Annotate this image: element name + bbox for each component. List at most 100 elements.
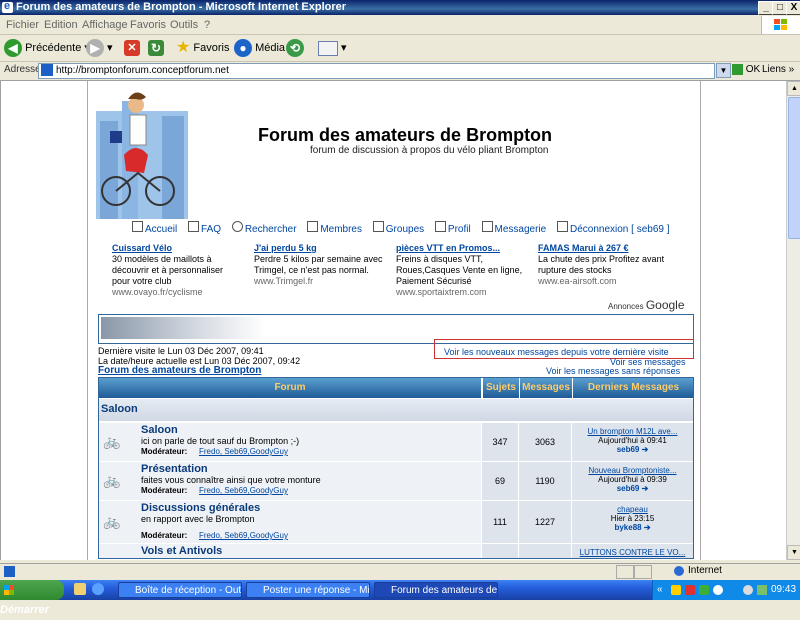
forum-name[interactable]: Présentation	[141, 463, 208, 475]
new-messages-link[interactable]: Voir les nouveaux messages depuis votre …	[444, 347, 669, 357]
menu-file[interactable]: Fichier	[6, 19, 39, 31]
posts-cell	[519, 544, 571, 558]
start-button[interactable]: Démarrer	[0, 580, 64, 616]
ad-block[interactable]: Cuissard Vélo 30 modèles de maillots à d…	[112, 243, 238, 298]
volume-icon[interactable]	[743, 585, 753, 595]
last-post-user[interactable]: seb69 ➔	[572, 484, 693, 493]
ad-block[interactable]: pièces VTT en Promos... Freins à disques…	[396, 243, 538, 298]
mail-icon	[318, 40, 338, 56]
tray-icon[interactable]	[671, 585, 681, 595]
last-post-user[interactable]: seb69 ➔	[572, 445, 693, 454]
topics-cell: 69	[482, 462, 518, 500]
home-icon	[132, 221, 143, 232]
menu-bar: Fichier Edition Affichage Favoris Outils…	[0, 16, 800, 35]
scroll-thumb[interactable]	[788, 97, 800, 239]
nav-groups[interactable]: Groupes	[372, 221, 424, 235]
address-bar: Adresse http://bromptonforum.conceptforu…	[0, 62, 800, 81]
topics-cell	[482, 544, 518, 558]
ads-by-google[interactable]: Annonces Google	[608, 298, 685, 312]
network-icon[interactable]	[757, 585, 767, 595]
topics-cell: 111	[482, 501, 518, 543]
nav-logout[interactable]: Déconnexion [ seb69 ]	[556, 221, 670, 235]
menu-help[interactable]: ?	[204, 19, 210, 31]
nav-search[interactable]: Rechercher	[231, 221, 297, 235]
task-ie[interactable]: Forum des amateurs de ...	[374, 582, 498, 598]
task-outlook[interactable]: Boîte de réception - Outl...	[118, 582, 242, 598]
nav-messaging[interactable]: Messagerie	[481, 221, 546, 235]
bike-icon: 🚲	[103, 513, 121, 529]
address-label: Adresse	[4, 64, 41, 75]
ad-title[interactable]: J'ai perdu 5 kg	[254, 243, 386, 254]
vertical-scrollbar[interactable]: ▲ ▼	[786, 81, 800, 560]
menu-view[interactable]: Affichage	[82, 19, 128, 31]
forward-button[interactable]: ▶ ▾	[86, 38, 113, 58]
last-post-title[interactable]: Un brompton M12L ave...	[572, 427, 693, 436]
task-word[interactable]: Poster une réponse - Mic...	[246, 582, 370, 598]
clock[interactable]: 09:43	[771, 580, 796, 600]
menu-favorites[interactable]: Favoris	[130, 19, 166, 31]
ad-title[interactable]: Cuissard Vélo	[112, 243, 238, 254]
nav-members[interactable]: Membres	[307, 221, 362, 235]
tray-icon[interactable]	[699, 585, 709, 595]
address-dropdown-icon[interactable]: ▼	[716, 63, 731, 78]
windows-logo-icon	[761, 16, 800, 34]
ad-title[interactable]: pièces VTT en Promos...	[396, 243, 538, 254]
ad-title[interactable]: FAMAS Marui à 267 €	[538, 243, 684, 254]
quicklaunch-folder-icon[interactable]	[74, 583, 86, 595]
logout-icon	[556, 221, 568, 232]
back-button[interactable]: ◀ Précédente ▾	[4, 38, 90, 58]
nav-faq[interactable]: FAQ	[188, 221, 221, 235]
forum-name[interactable]: Discussions générales	[141, 502, 260, 514]
tray-expand-icon[interactable]: «	[657, 580, 663, 600]
page-viewport: Forum des amateurs de Brompton forum de …	[0, 81, 787, 560]
ad-block[interactable]: FAMAS Marui à 267 € La chute des prix Pr…	[538, 243, 684, 287]
unanswered-link[interactable]: Voir les messages sans réponses	[546, 366, 680, 376]
quicklaunch-ie-icon[interactable]	[92, 583, 104, 595]
tray-icon[interactable]	[685, 585, 695, 595]
main-nav: Accueil FAQ Rechercher Membres Groupes P…	[132, 221, 670, 235]
mail-button[interactable]: ▾	[318, 38, 347, 58]
last-post-title[interactable]: Nouveau Bromptoniste...	[572, 466, 693, 475]
category-title[interactable]: Saloon	[101, 403, 138, 415]
close-button[interactable]: X	[786, 1, 800, 15]
history-icon: ⟲	[286, 39, 304, 58]
refresh-button[interactable]: ↻	[148, 38, 164, 58]
last-post-title[interactable]: LUTTONS CONTRE LE VO...	[572, 548, 693, 557]
ad-url[interactable]: www.ovayo.fr/cyclisme	[112, 287, 238, 298]
messaging-icon	[481, 221, 493, 232]
forum-name[interactable]: Saloon	[141, 424, 178, 436]
nav-profile[interactable]: Profil	[434, 221, 471, 235]
nav-home[interactable]: Accueil	[132, 221, 177, 235]
ad-url[interactable]: www.sportaixtrem.com	[396, 287, 538, 298]
links-button[interactable]: Liens »	[762, 64, 794, 75]
moderators[interactable]: Fredo, Seb69,GoodyGuy	[199, 447, 288, 456]
moderators[interactable]: Fredo, Seb69,GoodyGuy	[199, 531, 288, 540]
forum-cell: 🚲 Présentation faites vous connaître ain…	[99, 462, 481, 500]
ad-url[interactable]: www.ea-airsoft.com	[538, 276, 684, 287]
forum-index-link[interactable]: Forum des amateurs de Brompton	[98, 365, 261, 376]
media-button[interactable]: ● Média	[234, 38, 285, 58]
menu-tools[interactable]: Outils	[170, 19, 198, 31]
table-row: 🚲 Discussions générales en rapport avec …	[99, 500, 693, 543]
moderators[interactable]: Fredo, Seb69,GoodyGuy	[199, 486, 288, 495]
last-post-title[interactable]: chapeau	[572, 505, 693, 514]
ad-text: 30 modèles de maillots à découvrir et à …	[112, 254, 224, 286]
address-input[interactable]: http://bromptonforum.conceptforum.net	[38, 63, 715, 79]
stop-button[interactable]: ✕	[124, 38, 140, 58]
menu-edit[interactable]: Edition	[44, 19, 78, 31]
forward-arrow-icon: ▶	[86, 39, 104, 58]
bike-icon: 🚲	[103, 433, 121, 449]
favorites-button[interactable]: ★ Favoris	[176, 38, 229, 58]
scroll-up-icon[interactable]: ▲	[787, 81, 800, 96]
go-button[interactable]: OK	[732, 64, 760, 75]
moderator-label: Modérateur:	[141, 531, 188, 540]
page-icon	[41, 64, 53, 77]
status-bar: Internet	[0, 563, 800, 579]
forum-name[interactable]: Vols et Antivols	[141, 545, 222, 557]
scroll-down-icon[interactable]: ▼	[787, 545, 800, 560]
ad-url[interactable]: www.Trimgel.fr	[254, 276, 386, 287]
tray-icon[interactable]	[713, 585, 723, 595]
history-button[interactable]: ⟲	[286, 38, 304, 58]
last-post-user[interactable]: byke88 ➔	[572, 523, 693, 532]
ad-block[interactable]: J'ai perdu 5 kg Perdre 5 kilos par semai…	[254, 243, 386, 287]
